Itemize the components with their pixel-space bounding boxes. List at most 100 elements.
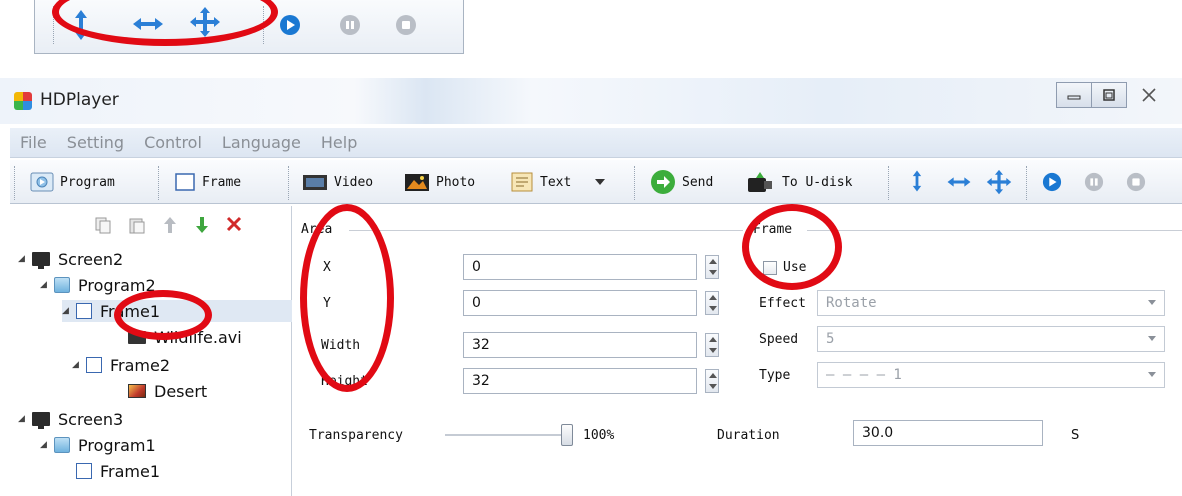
expand-arrow-icon[interactable]: ◢ (18, 414, 32, 424)
copy-icon[interactable] (94, 216, 112, 234)
stop-icon[interactable] (1126, 168, 1146, 196)
delete-icon[interactable] (226, 216, 242, 232)
effect-value: Rotate (826, 295, 877, 311)
maximize-button[interactable] (1091, 82, 1127, 108)
paste-icon[interactable] (128, 216, 146, 234)
send-button[interactable]: Send (650, 168, 713, 196)
x-spinner[interactable] (705, 255, 719, 279)
hdplayer-window: HDPlayer File Setting Control Language H… (0, 78, 1182, 496)
frame-icon (175, 173, 195, 191)
frame-button-label: Frame (202, 174, 242, 190)
transparency-slider-track[interactable] (445, 434, 565, 436)
close-button[interactable] (1126, 82, 1172, 108)
tree-node-frame1[interactable]: ◢ Frame1 (62, 300, 292, 322)
tree-node-label: Screen2 (58, 249, 124, 269)
horizontal-resize-icon[interactable] (946, 168, 972, 196)
photo-button-label: Photo (436, 174, 476, 190)
expand-arrow-icon[interactable]: ◢ (62, 306, 76, 316)
area-group-border (349, 230, 743, 231)
chevron-down-icon (1148, 336, 1156, 341)
tree-node-screen2[interactable]: ◢ Screen2 (18, 248, 123, 270)
use-frame-checkbox[interactable] (763, 261, 777, 275)
tree-node-label: Desert (154, 381, 208, 401)
video-icon (303, 175, 327, 190)
chevron-down-icon (1148, 372, 1156, 377)
play-icon[interactable] (279, 14, 301, 40)
minimize-button[interactable] (1056, 82, 1092, 108)
play-icon[interactable] (1042, 168, 1062, 196)
menu-control[interactable]: Control (144, 133, 202, 152)
tree-node-label: Program2 (78, 275, 156, 295)
area-group-title: Area (301, 222, 337, 237)
tree-node-frame2[interactable]: ◢ Frame2 (72, 354, 170, 376)
frame-button[interactable]: Frame (174, 168, 241, 196)
effect-dropdown[interactable]: Rotate (817, 290, 1165, 316)
tree-node-label: Screen3 (58, 409, 124, 429)
duration-field[interactable]: 30.0 (853, 420, 1043, 446)
window-title: HDPlayer (40, 90, 119, 110)
tree-node-label: Frame2 (110, 355, 171, 375)
height-field[interactable]: 32 (463, 368, 697, 394)
photo-button[interactable]: Photo (404, 168, 475, 196)
horizontal-resize-icon[interactable] (131, 14, 165, 38)
menu-help[interactable]: Help (321, 133, 357, 152)
menu-language[interactable]: Language (222, 133, 301, 152)
x-field[interactable]: 0 (463, 254, 697, 280)
speed-dropdown[interactable]: 5 (817, 326, 1165, 352)
window-controls (1056, 82, 1172, 108)
video-button-label: Video (334, 174, 374, 190)
video-button[interactable]: Video (302, 168, 373, 196)
menu-file[interactable]: File (20, 133, 47, 152)
tree-node-wildlife[interactable]: Wildlife.avi (128, 326, 242, 348)
tree-node-label: Program1 (78, 435, 156, 455)
tree-node-desert[interactable]: Desert (128, 380, 207, 402)
transparency-label: Transparency (309, 428, 403, 443)
tree-node-frame1-b[interactable]: Frame1 (76, 460, 160, 482)
expand-arrow-icon[interactable]: ◢ (18, 254, 32, 264)
pause-icon[interactable] (339, 14, 361, 40)
program-icon (30, 172, 54, 192)
width-field[interactable]: 32 (463, 332, 697, 358)
tree-node-screen3[interactable]: ◢ Screen3 (18, 408, 123, 430)
program-button-label: Program (60, 174, 115, 190)
transparency-slider-thumb[interactable] (561, 424, 573, 446)
screen-icon (32, 252, 50, 269)
usb-disk-icon (748, 172, 772, 192)
pause-icon[interactable] (1084, 168, 1104, 196)
dropdown-arrow-icon (595, 179, 606, 185)
width-spinner[interactable] (705, 333, 719, 357)
tree-node-program2[interactable]: ◢ Program2 (40, 274, 156, 296)
tree-node-label: Wildlife.avi (154, 327, 242, 347)
text-button[interactable]: Text (510, 168, 611, 196)
chevron-down-icon (1148, 300, 1156, 305)
transparency-value: 100% (583, 428, 615, 443)
type-dropdown[interactable]: — — — — 1 (817, 362, 1165, 388)
stop-icon[interactable] (395, 14, 417, 40)
expand-arrow-icon[interactable]: ◢ (72, 360, 86, 370)
vertical-resize-icon[interactable] (71, 8, 91, 46)
expand-arrow-icon[interactable]: ◢ (40, 440, 54, 450)
menu-setting[interactable]: Setting (67, 133, 124, 152)
program-button[interactable]: Program (30, 168, 115, 196)
move-icon[interactable] (189, 6, 221, 42)
move-up-icon[interactable] (162, 216, 178, 234)
tree-node-label: Frame1 (100, 301, 161, 321)
height-spinner[interactable] (705, 369, 719, 393)
duration-label: Duration (717, 428, 780, 443)
y-label: Y (323, 296, 331, 311)
vertical-resize-icon[interactable] (910, 167, 924, 195)
screen-icon (32, 412, 50, 429)
to-udisk-button[interactable]: To U-disk (746, 168, 852, 196)
move-down-icon[interactable] (194, 216, 210, 234)
y-field[interactable]: 0 (463, 290, 697, 316)
speed-value: 5 (826, 331, 835, 347)
effect-label: Effect (759, 296, 806, 311)
photo-icon (405, 174, 429, 191)
frame-group-border (807, 230, 1182, 231)
move-icon[interactable] (986, 168, 1012, 196)
expand-arrow-icon[interactable]: ◢ (40, 280, 54, 290)
toolbar-grip (634, 166, 637, 200)
toolbar-grip (288, 166, 291, 200)
y-spinner[interactable] (705, 291, 719, 315)
tree-node-program1[interactable]: ◢ Program1 (40, 434, 156, 456)
